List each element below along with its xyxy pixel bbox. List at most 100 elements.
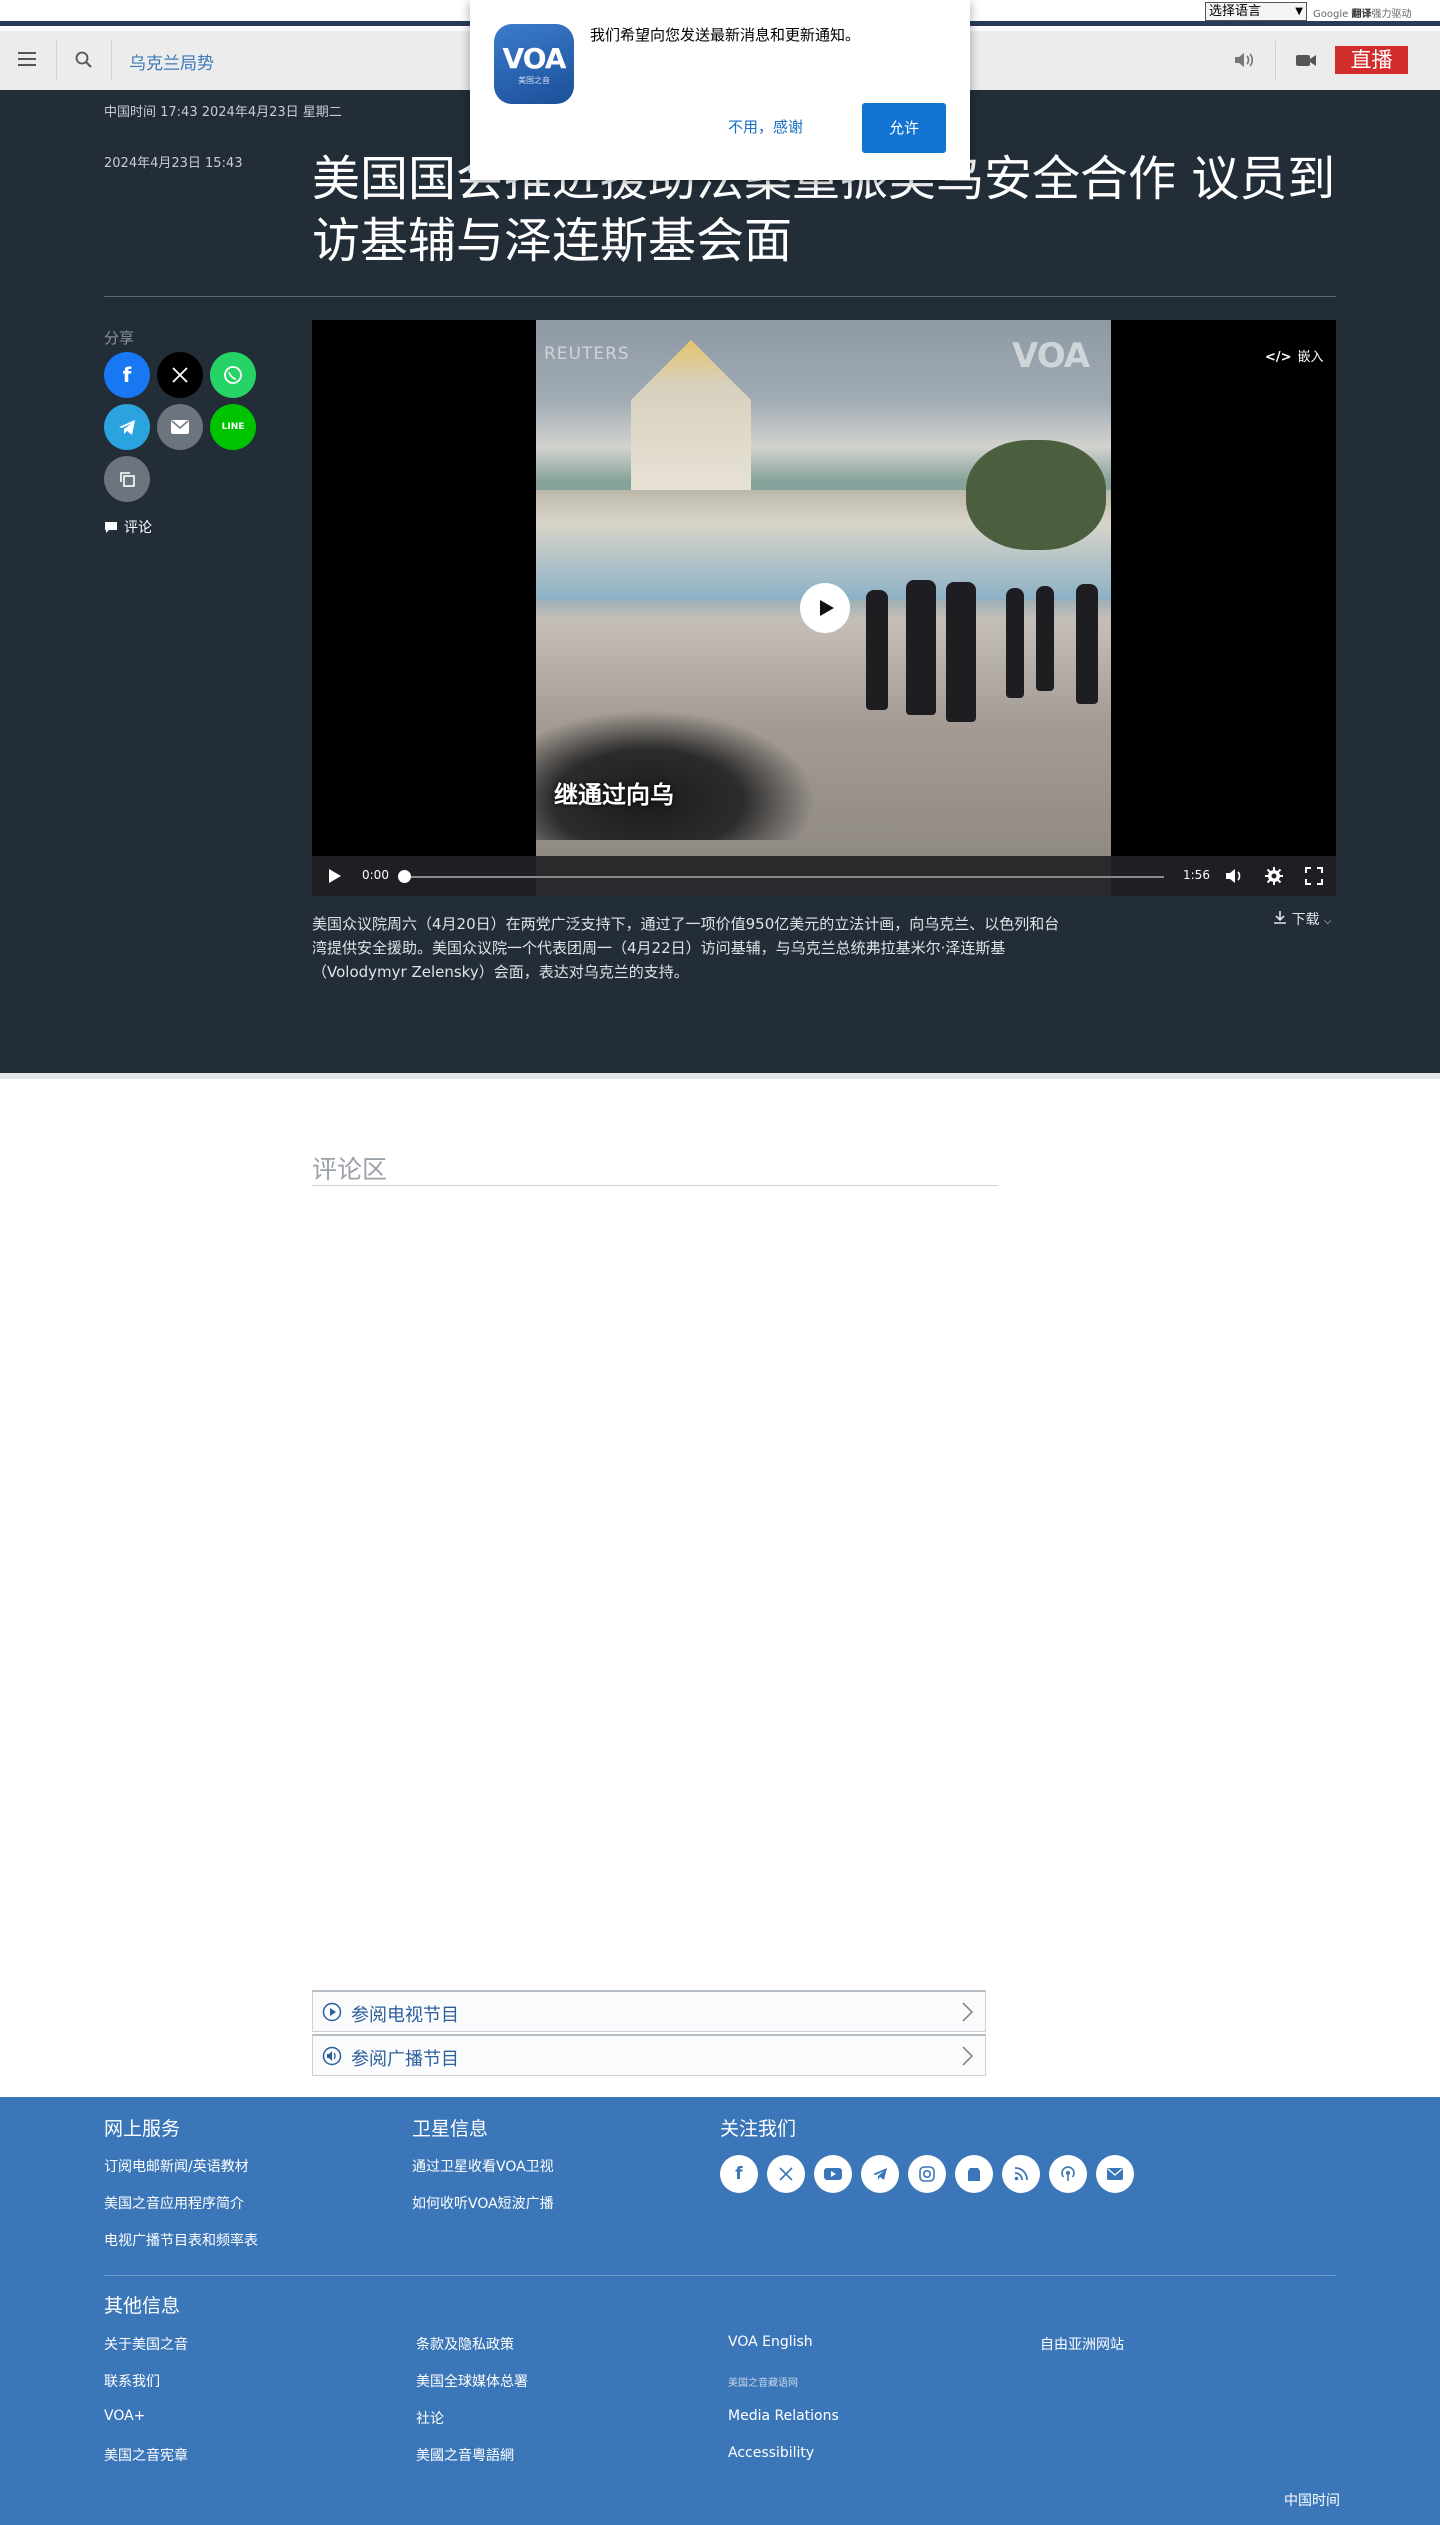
comments-heading: 评论区	[312, 1155, 388, 1184]
x-link[interactable]	[767, 2155, 805, 2193]
seek-handle[interactable]	[398, 870, 411, 883]
person	[1076, 584, 1098, 704]
search-icon[interactable]	[74, 50, 94, 70]
telegram-share-button[interactable]	[104, 404, 150, 450]
chevron-right-icon	[962, 2002, 974, 2022]
footer-link[interactable]: 美国全球媒体总署	[416, 2371, 528, 2391]
email-link[interactable]	[1096, 2155, 1134, 2193]
person	[906, 580, 936, 715]
facebook-link[interactable]: f	[720, 2155, 758, 2193]
footer-link[interactable]: Accessibility	[728, 2445, 814, 2461]
menu-icon[interactable]	[16, 49, 38, 71]
x-icon	[779, 2167, 793, 2181]
line-icon: LINE	[221, 422, 245, 432]
play-button[interactable]	[800, 583, 850, 633]
chevron-down-icon: ⌵	[1323, 916, 1332, 927]
divider	[56, 41, 57, 80]
volume-icon[interactable]	[1224, 866, 1244, 886]
footer-link[interactable]: 联系我们	[104, 2371, 160, 2391]
copy-link-button[interactable]	[104, 456, 150, 502]
footer-link[interactable]: 电视广播节目表和频率表	[104, 2230, 258, 2250]
google-logo: Google	[1313, 9, 1349, 20]
deny-button[interactable]: 不用，感谢	[728, 116, 803, 137]
voa-logo-text: VOA	[502, 42, 567, 75]
chevron-right-icon	[962, 2046, 974, 2066]
video-subtitle: 继通过向乌	[554, 781, 674, 809]
voa-logo-subtext: 美国之音	[518, 76, 550, 85]
line-share-button[interactable]: LINE	[210, 404, 256, 450]
footer-link[interactable]: 如何收听VOA短波广播	[412, 2193, 554, 2213]
facebook-share-button[interactable]: f	[104, 352, 150, 398]
footer-link[interactable]: 美國之音粵語網	[416, 2445, 514, 2465]
embed-button[interactable]: </> 嵌入	[1265, 346, 1324, 365]
allow-button[interactable]: 允许	[862, 103, 946, 153]
code-icon: </>	[1265, 350, 1292, 365]
footer-link[interactable]: 通过卫星收看VOA卫视	[412, 2156, 554, 2176]
comments-link[interactable]: 评论	[104, 517, 152, 537]
duration: 1:56	[1183, 868, 1210, 882]
video-icon[interactable]	[1294, 49, 1318, 71]
footer-link[interactable]: 条款及隐私政策	[416, 2334, 514, 2354]
x-share-button[interactable]	[157, 352, 203, 398]
fullscreen-icon[interactable]	[1304, 866, 1324, 886]
divider	[111, 41, 112, 80]
language-select[interactable]: 选择语言 ▼	[1205, 2, 1307, 21]
play-icon[interactable]	[326, 868, 342, 884]
instagram-icon	[919, 2166, 935, 2182]
comments-link-label: 评论	[124, 520, 152, 536]
whatsapp-share-button[interactable]	[210, 352, 256, 398]
radio-programs-link[interactable]: 参阅广播节目	[312, 2034, 986, 2076]
download-button[interactable]: 下载 ⌵	[1273, 909, 1332, 929]
live-button[interactable]: 直播	[1335, 46, 1408, 74]
google-translate-credit[interactable]: Google 翻译强力驱动	[1313, 5, 1411, 20]
telegram-icon	[119, 420, 135, 435]
youtube-link[interactable]	[814, 2155, 852, 2193]
footer-link[interactable]: VOA+	[104, 2408, 145, 2424]
footer-link[interactable]: 美国之音藏语网	[728, 2374, 798, 2389]
current-time: 0:00	[362, 868, 389, 882]
section-link[interactable]: 乌克兰局势	[129, 49, 214, 74]
footer-link[interactable]: 美国之音应用程序简介	[104, 2193, 244, 2213]
facebook-icon: f	[735, 2164, 743, 2184]
person	[1006, 588, 1024, 698]
play-icon	[820, 600, 834, 616]
church-tower	[631, 340, 751, 490]
rss-icon	[1014, 2167, 1028, 2181]
instagram-link[interactable]	[908, 2155, 946, 2193]
person	[946, 582, 976, 722]
footer-link[interactable]: 美国之音宪章	[104, 2445, 188, 2465]
tv-programs-link[interactable]: 参阅电视节目	[312, 1990, 986, 2032]
divider	[312, 1185, 998, 1186]
email-share-button[interactable]	[157, 404, 203, 450]
radio-programs-label: 参阅广播节目	[351, 2049, 459, 2070]
store-link[interactable]	[955, 2155, 993, 2193]
video-player[interactable]: REUTERS VOA 继通过向乌 </> 嵌入 0:00 1:56	[312, 320, 1336, 896]
podcast-link[interactable]	[1049, 2155, 1087, 2193]
telegram-link[interactable]	[861, 2155, 899, 2193]
copy-icon	[120, 472, 135, 487]
tree	[966, 440, 1106, 550]
rss-link[interactable]	[1002, 2155, 1040, 2193]
divider	[0, 1073, 1440, 1079]
footer-time-label: 中国时间	[1284, 2493, 1340, 2509]
powered-by-label: 强力驱动	[1371, 9, 1412, 20]
x-icon	[172, 367, 188, 383]
footer-heading-online: 网上服务	[104, 2118, 181, 2140]
footer-link[interactable]: 订阅电邮新闻/英语教材	[104, 2156, 249, 2176]
footer-link[interactable]: VOA English	[728, 2334, 813, 2350]
email-icon	[1107, 2168, 1123, 2180]
seek-bar[interactable]	[402, 876, 1164, 878]
footer-heading-follow: 关注我们	[720, 2118, 797, 2140]
audio-circle-icon	[322, 2046, 342, 2066]
settings-icon[interactable]	[1264, 866, 1284, 886]
footer-link[interactable]: Media Relations	[728, 2408, 839, 2424]
reuters-watermark: REUTERS	[544, 344, 630, 364]
voa-watermark: VOA	[1012, 336, 1090, 376]
video-controls: 0:00 1:56	[312, 856, 1336, 896]
audio-icon[interactable]	[1232, 49, 1256, 71]
footer-heading-satellite: 卫星信息	[412, 2118, 489, 2140]
footer-link[interactable]: 关于美国之音	[104, 2334, 188, 2354]
footer-link[interactable]: 社论	[416, 2408, 444, 2428]
footer-link[interactable]: 自由亚洲网站	[1040, 2334, 1124, 2354]
comment-icon	[105, 522, 117, 533]
